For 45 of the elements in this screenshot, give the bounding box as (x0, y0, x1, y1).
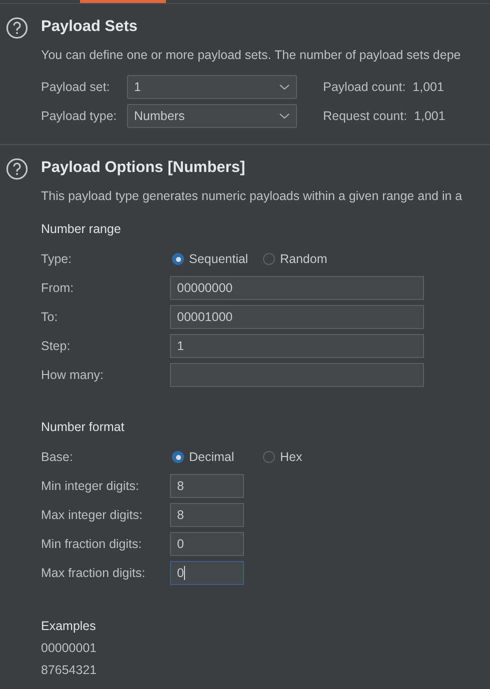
input-field[interactable]: 00001000 (170, 305, 424, 329)
input-field[interactable]: 0 (170, 561, 244, 585)
section-title: Payload Options [Numbers] (41, 159, 246, 178)
input-field[interactable]: 0 (170, 532, 244, 556)
radio-button[interactable] (172, 451, 184, 463)
example-value: 00000001 (41, 641, 98, 655)
input-field[interactable]: 8 (170, 503, 244, 527)
help-icon[interactable] (6, 158, 28, 180)
field-label: Payload type: (41, 109, 118, 123)
chevron-down-icon (279, 84, 290, 90)
input-field[interactable]: 8 (170, 474, 244, 498)
group-heading: Examples (41, 619, 97, 633)
section-description: This payload type generates numeric payloads within a given range and in a (41, 189, 464, 203)
field-label: Max integer digits: (41, 508, 144, 522)
count-label: Request count: 1,001 (323, 109, 446, 123)
field-label: How many: (41, 368, 105, 382)
input-field[interactable] (170, 363, 424, 387)
group-heading: Number format (41, 420, 126, 434)
chevron-down-icon (279, 113, 290, 119)
field-label: From: (41, 281, 75, 295)
radio-button[interactable] (263, 253, 275, 265)
radio-button[interactable] (172, 253, 184, 265)
section-description: You can define one or more payload sets. The number of payload sets depe (41, 48, 462, 62)
field-label: Min integer digits: (41, 479, 140, 493)
input-field[interactable]: 1 (170, 334, 424, 358)
radio-label[interactable]: Sequential (189, 252, 248, 266)
radio-button[interactable] (263, 451, 275, 463)
count-label: Payload count: 1,001 (323, 80, 445, 94)
field-label: Type: (41, 252, 73, 266)
field-label: Step: (41, 339, 72, 353)
radio-label[interactable]: Random (280, 252, 328, 266)
field-label: Max fraction digits: (41, 566, 146, 580)
field-label: Base: (41, 450, 74, 464)
help-icon[interactable] (6, 17, 28, 39)
group-heading: Number range (41, 222, 122, 236)
dropdown[interactable]: Numbers (127, 104, 297, 128)
section-title: Payload Sets (41, 18, 138, 37)
input-field[interactable]: 00000000 (170, 276, 424, 300)
dropdown[interactable]: 1 (127, 75, 297, 99)
field-label: Payload set: (41, 80, 111, 94)
example-value: 87654321 (41, 663, 98, 677)
radio-label[interactable]: Decimal (189, 450, 234, 464)
radio-label[interactable]: Hex (280, 450, 302, 464)
field-label: To: (41, 310, 59, 324)
field-label: Min fraction digits: (41, 537, 143, 551)
